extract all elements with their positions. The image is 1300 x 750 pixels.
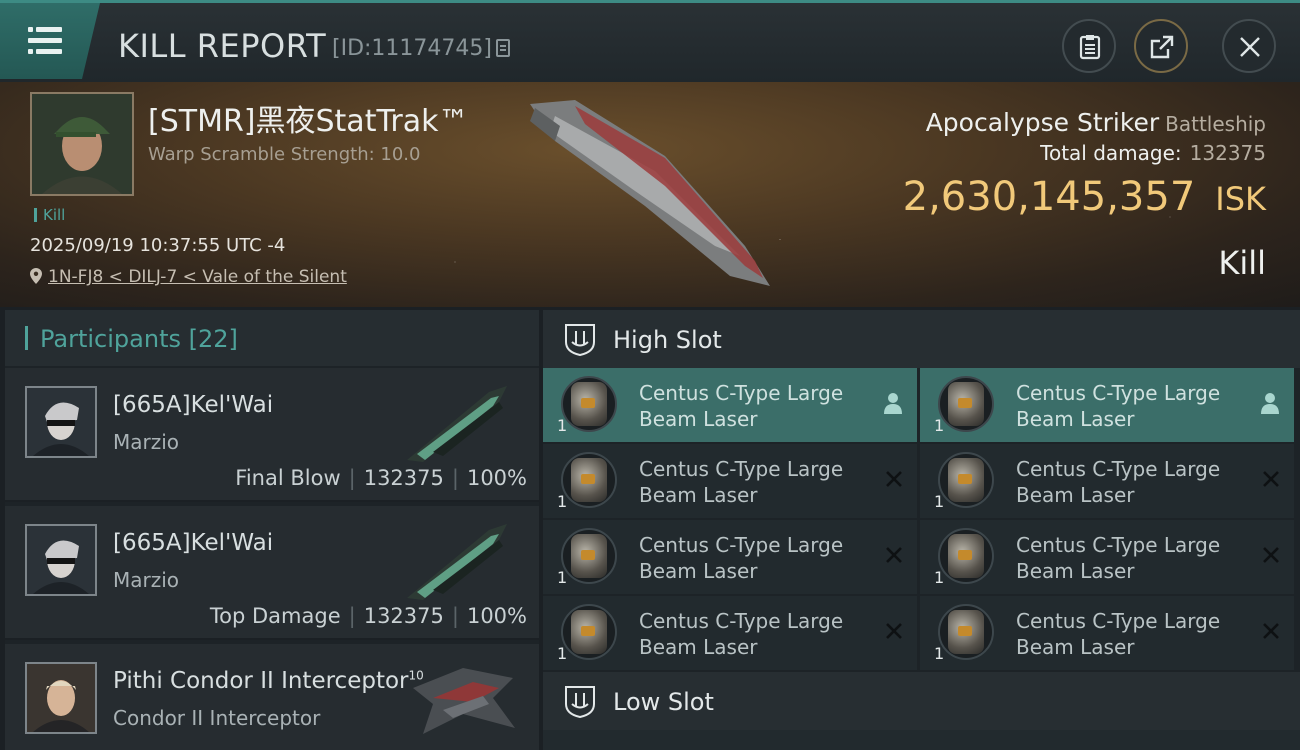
module-name: Centus C-Type Large Beam Laser [1016,381,1221,431]
victim-ship-image[interactable] [515,96,785,296]
pilot-icon [884,393,902,414]
report-id: [ID:11174745] [332,36,492,61]
warp-scramble-strength: Warp Scramble Strength: 10.0 [148,144,421,165]
module-slot-item[interactable]: 1 Centus C-Type Large Beam Laser [543,444,917,518]
avatar [25,386,97,458]
close-button[interactable] [1222,19,1276,73]
participant-ship-image [407,524,507,600]
beam-laser-icon [948,382,984,426]
pilot-portrait-icon [32,94,132,194]
module-quantity: 1 [934,492,945,511]
high-slot-header: High Slot [543,310,1300,368]
page-title: KILL REPORT [118,27,327,65]
participants-panel: Participants [22] [665A]Kel'Wai Marzio F… [5,310,539,750]
module-quantity: 1 [557,568,568,587]
avatar [25,662,97,734]
participants-header: Participants [22] [5,310,539,366]
pilot-icon [1261,393,1279,414]
participant-stats: Top Damage | 132375 | 100% [209,604,527,628]
module-slot-item[interactable]: 1 Centus C-Type Large Beam Laser [920,368,1294,442]
isk-currency: ISK [1215,180,1266,218]
clipboard-icon [1079,35,1101,60]
victim-name[interactable]: [STMR]黑夜StatTrak™ [148,96,468,140]
module-name: Centus C-Type Large Beam Laser [639,609,844,659]
avatar [25,524,97,596]
module-slot-item[interactable]: 1 Centus C-Type Large Beam Laser [920,444,1294,518]
destroyed-icon [1263,623,1279,639]
participant-name: Pithi Condor II Interceptor10 [113,668,424,694]
module-name: Centus C-Type Large Beam Laser [639,457,844,507]
fitting-panel: High Slot 1 Centus C-Type Large Beam Laser… [543,310,1300,750]
location-link[interactable]: 1N-FJ8 < DILJ-7 < Vale of the Silent [48,267,347,287]
menu-button[interactable] [0,3,100,79]
destroyed-icon [886,623,902,639]
module-quantity: 1 [557,644,568,663]
participant-ship: Condor II Interceptor [113,706,321,730]
participants-label: Participants [40,325,181,353]
beam-laser-icon [948,534,984,578]
beam-laser-icon [571,610,607,654]
module-name: Centus C-Type Large Beam Laser [639,381,844,431]
low-slot-label: Low Slot [613,688,714,716]
participant-stats: Final Blow | 132375 | 100% [235,466,527,490]
module-quantity: 1 [934,644,945,663]
module-slot-item[interactable]: 1 Centus C-Type Large Beam Laser [543,368,917,442]
destroyed-icon [886,471,902,487]
share-icon [1150,35,1174,59]
ship-name[interactable]: Apocalypse Striker Battleship [926,108,1266,137]
beam-laser-icon [571,534,607,578]
module-slot-item[interactable]: 1 Centus C-Type Large Beam Laser [920,596,1294,670]
victim-panel: [STMR]黑夜StatTrak™ Warp Scramble Strength… [0,82,1300,307]
module-name: Centus C-Type Large Beam Laser [639,533,844,583]
module-quantity: 1 [557,492,568,511]
beam-laser-icon [571,458,607,502]
beam-laser-icon [948,458,984,502]
participant-row[interactable]: Pithi Condor II Interceptor10 Condor II … [5,644,539,750]
module-quantity: 1 [934,416,945,435]
participant-name: [665A]Kel'Wai [113,530,274,556]
module-name: Centus C-Type Large Beam Laser [1016,457,1221,507]
kill-datetime: 2025/09/19 10:37:55 UTC -4 [30,235,286,256]
low-slot-header: Low Slot [543,672,1300,730]
participant-ship: Marzio [113,568,180,592]
menu-icon [28,27,33,32]
destroyed-icon [886,547,902,563]
report-button[interactable] [1062,19,1116,73]
participant-ship-image [413,668,515,734]
module-slot-item[interactable]: 1 Centus C-Type Large Beam Laser [920,520,1294,594]
top-bar: KILL REPORT [ID:11174745] [0,0,1300,82]
high-slot-icon [565,324,595,356]
participant-ship: Marzio [113,430,180,454]
beam-laser-icon [571,382,607,426]
destroyed-icon [1263,547,1279,563]
copy-icon[interactable] [496,39,510,57]
close-icon [1240,37,1260,57]
kill-tag: Kill [34,206,65,224]
module-quantity: 1 [557,416,568,435]
kill-result: Kill [1218,244,1266,282]
victim-avatar[interactable] [30,92,134,196]
kill-location[interactable]: 1N-FJ8 < DILJ-7 < Vale of the Silent [30,267,347,287]
participant-name: [665A]Kel'Wai [113,392,274,418]
participant-row[interactable]: [665A]Kel'Wai Marzio Final Blow | 132375 | 1… [5,368,539,502]
destroyed-icon [1263,471,1279,487]
participant-row[interactable]: [665A]Kel'Wai Marzio Top Damage | 132375 | 1… [5,506,539,640]
participants-count: [22] [188,325,238,353]
module-name: Centus C-Type Large Beam Laser [1016,609,1221,659]
module-slot-item[interactable]: 1 Centus C-Type Large Beam Laser [543,520,917,594]
module-name: Centus C-Type Large Beam Laser [1016,533,1221,583]
total-damage: Total damage: 132375 [1040,141,1266,165]
participant-ship-image [407,386,507,462]
ship-class: Battleship [1165,112,1266,136]
module-slot-item[interactable]: 1 Centus C-Type Large Beam Laser [543,596,917,670]
module-quantity: 1 [934,568,945,587]
total-damage-value: 132375 [1189,141,1266,165]
beam-laser-icon [948,610,984,654]
share-button[interactable] [1134,19,1188,73]
location-pin-icon [30,268,42,284]
isk-value: 2,630,145,357 ISK [902,174,1266,220]
low-slot-icon [565,686,595,718]
low-slot-items-partial [543,730,1300,750]
high-slot-label: High Slot [613,326,722,354]
